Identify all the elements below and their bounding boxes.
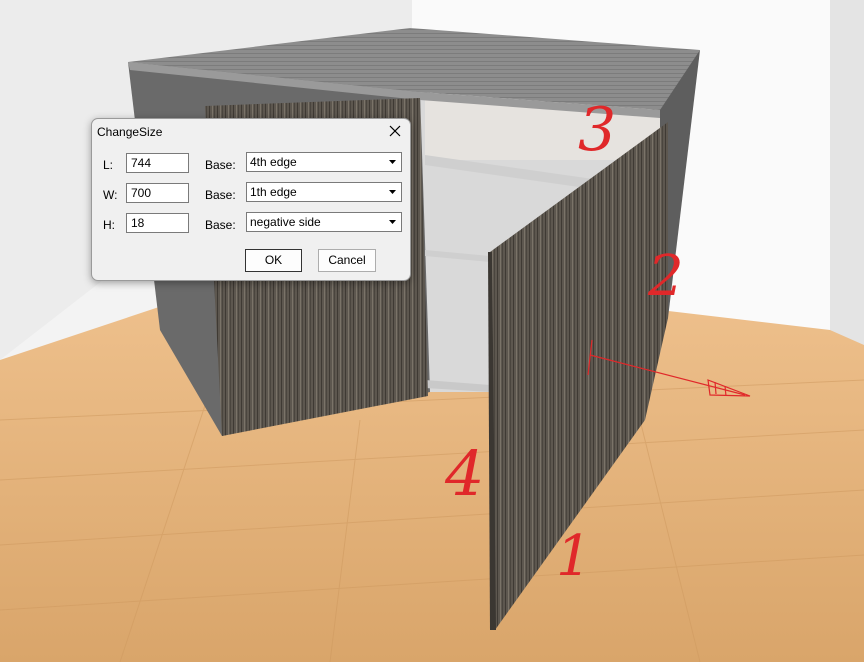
change-size-dialog: ChangeSize L: 744 Base: 4th edge W: 700 … xyxy=(91,118,411,281)
dropdown-arrow-icon[interactable] xyxy=(385,154,400,170)
width-base-value: 1th edge xyxy=(250,185,297,199)
height-input[interactable]: 18 xyxy=(126,213,189,233)
width-input[interactable]: 700 xyxy=(126,183,189,203)
length-input[interactable]: 744 xyxy=(126,153,189,173)
dropdown-arrow-icon[interactable] xyxy=(385,184,400,200)
dialog-title: ChangeSize xyxy=(97,125,163,139)
dialog-titlebar[interactable]: ChangeSize xyxy=(92,119,410,145)
width-label: W: xyxy=(103,188,118,202)
annotation-2: 2 xyxy=(647,244,684,309)
3d-viewport[interactable]: 1 2 3 4 xyxy=(0,0,864,662)
annotation-3: 3 xyxy=(578,95,616,165)
ok-button[interactable]: OK xyxy=(245,249,302,272)
height-base-label: Base: xyxy=(205,218,236,232)
height-label: H: xyxy=(103,218,115,232)
close-icon[interactable] xyxy=(388,124,402,138)
width-base-select[interactable]: 1th edge xyxy=(246,182,402,202)
annotation-1: 1 xyxy=(556,524,592,589)
length-base-value: 4th edge xyxy=(250,155,297,169)
length-base-label: Base: xyxy=(205,158,236,172)
dropdown-arrow-icon[interactable] xyxy=(385,214,400,230)
cancel-button[interactable]: Cancel xyxy=(318,249,376,272)
length-label: L: xyxy=(103,158,114,172)
width-base-label: Base: xyxy=(205,188,236,202)
length-base-select[interactable]: 4th edge xyxy=(246,152,402,172)
annotation-4: 4 xyxy=(444,437,484,510)
height-base-value: negative side xyxy=(250,215,321,229)
height-base-select[interactable]: negative side xyxy=(246,212,402,232)
